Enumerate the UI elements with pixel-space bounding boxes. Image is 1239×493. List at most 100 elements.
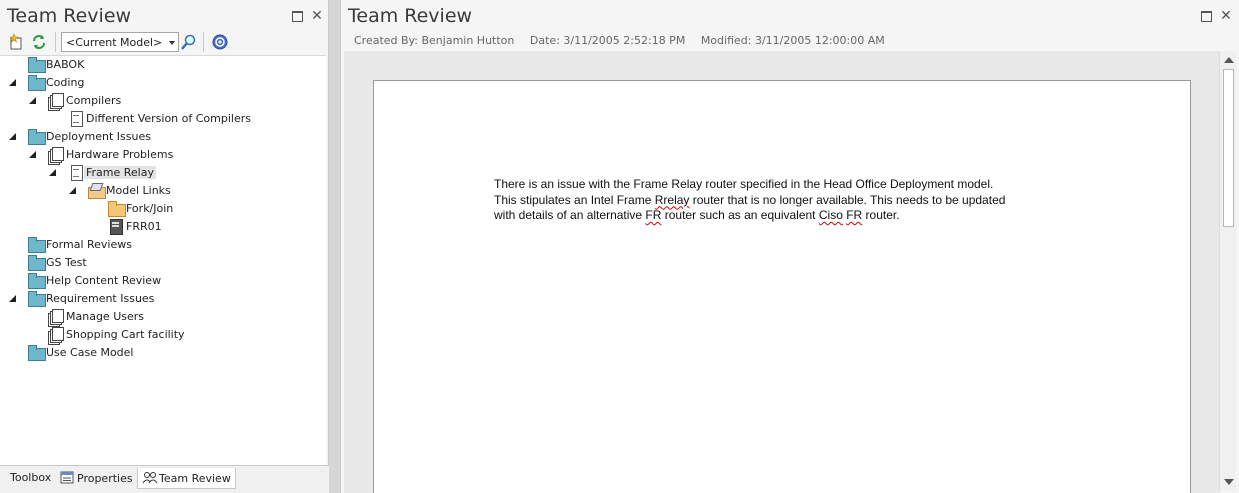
- collapse-triangle-icon[interactable]: [68, 186, 78, 196]
- tree-item-label: Formal Reviews: [46, 238, 132, 251]
- tree-item[interactable]: Model Links: [0, 182, 326, 200]
- project-tree[interactable]: BABOK Coding Compilers Different Version of…: [0, 55, 326, 465]
- text-segment: router.: [862, 208, 900, 222]
- misspelled-word: FR: [645, 208, 662, 222]
- team-review-browser-panel: Team Review ✕ <Current Model> BABOK Codin…: [0, 0, 329, 493]
- help-icon[interactable]: [211, 33, 229, 51]
- package-folder-icon: [28, 75, 46, 91]
- open-package-icon: [88, 183, 106, 199]
- tab-toolbox-label: Toolbox: [10, 471, 52, 484]
- collapse-triangle-icon[interactable]: [8, 78, 18, 88]
- tree-item[interactable]: Compilers: [0, 92, 326, 110]
- tree-item-label: Requirement Issues: [46, 292, 155, 305]
- tree-item-label: Frame Relay: [84, 166, 156, 179]
- artifact-icon: [108, 219, 124, 235]
- stack-icon: [48, 309, 64, 324]
- tree-item-label: Shopping Cart facility: [66, 328, 185, 341]
- tree-item-label: Coding: [46, 76, 85, 89]
- panel-title-bar: Team Review ✕: [0, 0, 328, 32]
- text-segment: This stipulates an Intel Frame: [494, 192, 655, 207]
- tree-item[interactable]: BABOK: [0, 56, 326, 74]
- maximize-icon[interactable]: [1199, 9, 1213, 23]
- text-line: with details of an alternative FR router…: [494, 208, 1094, 224]
- package-folder-icon: [28, 237, 46, 253]
- scroll-thumb[interactable]: [1223, 69, 1234, 227]
- tree-item[interactable]: Different Version of Compilers: [0, 110, 326, 128]
- text-segment: There is an issue with the Frame Relay r…: [494, 177, 994, 191]
- tree-item[interactable]: Formal Reviews: [0, 236, 326, 254]
- expand-triangle-icon[interactable]: [8, 59, 18, 71]
- misspelled-word: Rrelay: [654, 192, 690, 207]
- text-line: There is an issue with the Frame Relay r…: [494, 177, 1094, 193]
- tree-item-label: Hardware Problems: [66, 148, 174, 161]
- panel-title: Team Review: [348, 5, 473, 27]
- package-folder-icon: [28, 129, 46, 145]
- document-editor[interactable]: There is an issue with the Frame Relay r…: [344, 51, 1220, 493]
- tab-toolbox[interactable]: Toolbox: [6, 468, 55, 489]
- tree-item[interactable]: GS Test: [0, 254, 326, 272]
- maximize-icon[interactable]: [290, 9, 304, 23]
- tree-item-label: Model Links: [106, 184, 171, 197]
- tree-item[interactable]: Use Case Model: [0, 344, 326, 362]
- tree-item-label: Use Case Model: [46, 346, 134, 359]
- collapse-triangle-icon[interactable]: [48, 168, 58, 178]
- tab-properties-label: Properties: [77, 472, 133, 485]
- expand-triangle-icon[interactable]: [8, 275, 18, 287]
- close-icon[interactable]: ✕: [1219, 9, 1233, 23]
- text-segment: with details of an alternative: [494, 208, 646, 222]
- collapse-triangle-icon[interactable]: [28, 96, 38, 106]
- search-icon[interactable]: [180, 33, 198, 51]
- tree-item[interactable]: Requirement Issues: [0, 290, 326, 308]
- tree-item-label: Help Content Review: [46, 274, 162, 287]
- tab-team-review-label: Team Review: [159, 472, 231, 485]
- tree-item-label: Different Version of Compilers: [86, 112, 251, 125]
- vertical-scrollbar[interactable]: [1219, 51, 1236, 491]
- close-icon[interactable]: ✕: [310, 9, 324, 23]
- tree-item[interactable]: Deployment Issues: [0, 128, 326, 146]
- tree-item[interactable]: Frame Relay: [0, 164, 326, 182]
- document-page[interactable]: There is an issue with the Frame Relay r…: [373, 80, 1191, 493]
- panel-title: Team Review: [7, 5, 132, 27]
- modified-date: Modified: 3/11/2005 12:00:00 AM: [700, 34, 885, 47]
- package-folder-icon: [28, 291, 46, 307]
- folder-icon: [108, 201, 126, 217]
- text-segment: router such as an equivalent: [661, 208, 819, 222]
- tree-item[interactable]: Shopping Cart facility: [0, 326, 326, 344]
- tree-item-label: FRR01: [126, 220, 162, 233]
- tree-item-label: Deployment Issues: [46, 130, 151, 143]
- toolbar: <Current Model>: [3, 31, 328, 53]
- toolbar-separator: [55, 32, 56, 52]
- tree-item[interactable]: Fork/Join: [0, 200, 326, 218]
- expand-triangle-icon[interactable]: [28, 311, 38, 323]
- package-folder-icon: [28, 57, 46, 73]
- package-folder-icon: [28, 255, 46, 271]
- tree-item[interactable]: FRR01: [0, 218, 326, 236]
- model-select-value: <Current Model>: [66, 36, 163, 49]
- collapse-triangle-icon[interactable]: [28, 150, 38, 160]
- tree-item[interactable]: Manage Users: [0, 308, 326, 326]
- tree-item[interactable]: Hardware Problems: [0, 146, 326, 164]
- stack-icon: [48, 327, 64, 342]
- tree-item-label: GS Test: [46, 256, 87, 269]
- new-item-icon[interactable]: [8, 33, 26, 51]
- document-text[interactable]: There is an issue with the Frame Relay r…: [494, 177, 1094, 224]
- model-select[interactable]: <Current Model>: [61, 32, 179, 52]
- text-line: This stipulates an Intel Frame Rrelay ro…: [494, 193, 1094, 209]
- tab-properties[interactable]: Properties: [56, 468, 137, 489]
- document-metadata: Created By: Benjamin Hutton Date: 3/11/2…: [354, 34, 897, 47]
- tab-team-review[interactable]: Team Review: [137, 468, 236, 489]
- users-icon: [142, 471, 158, 484]
- collapse-triangle-icon[interactable]: [8, 132, 18, 142]
- refresh-icon[interactable]: [30, 33, 48, 51]
- expand-triangle-icon[interactable]: [28, 329, 38, 341]
- tree-item[interactable]: Help Content Review: [0, 272, 326, 290]
- created-by: Created By: Benjamin Hutton: [354, 34, 515, 47]
- tree-item[interactable]: Coding: [0, 74, 326, 92]
- tree-item-label: Fork/Join: [126, 202, 174, 215]
- stack-icon: [48, 93, 64, 108]
- panel-title-bar: Team Review ✕: [341, 0, 1239, 32]
- scroll-down-icon[interactable]: [1224, 479, 1234, 485]
- package-folder-icon: [28, 345, 46, 361]
- collapse-triangle-icon[interactable]: [8, 294, 18, 304]
- scroll-up-icon[interactable]: [1224, 57, 1234, 63]
